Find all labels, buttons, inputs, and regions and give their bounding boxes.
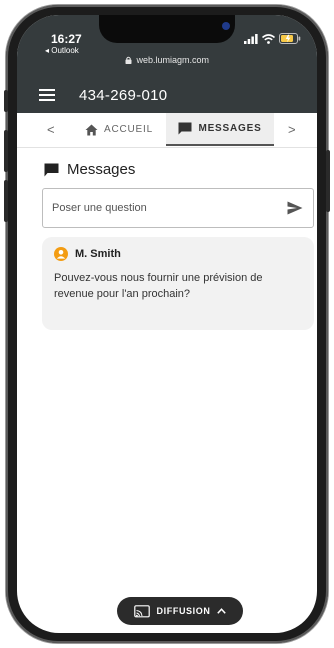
- url-bar[interactable]: web.lumiagm.com: [17, 55, 317, 65]
- message-icon: [44, 163, 59, 176]
- tab-messages[interactable]: MESSAGES: [166, 113, 274, 146]
- diffusion-button[interactable]: DIFFUSION: [117, 597, 243, 625]
- volume-down-button: [4, 180, 8, 222]
- user-avatar-icon: [54, 247, 68, 261]
- phone-screen: 16:27 ◂ Outlook web.lumiagm.com 434-269-…: [17, 15, 317, 633]
- wifi-icon: [262, 33, 275, 44]
- tab-prev-arrow[interactable]: <: [47, 122, 55, 137]
- diffusion-label: DIFFUSION: [156, 606, 211, 616]
- question-box: [42, 188, 314, 228]
- status-time: 16:27: [51, 32, 82, 46]
- meeting-id-title: 434-269-010: [79, 86, 168, 104]
- volume-up-button: [4, 130, 8, 172]
- power-button: [326, 150, 330, 212]
- messages-section-title: Messages: [44, 161, 135, 178]
- author-name: M. Smith: [75, 248, 121, 260]
- tab-next-arrow[interactable]: >: [288, 122, 296, 137]
- phone-notch: [99, 15, 235, 43]
- tab-accueil[interactable]: ACCUEIL: [85, 113, 153, 146]
- signal-icon: [244, 33, 258, 44]
- silent-switch: [4, 90, 8, 112]
- message-author: M. Smith: [54, 247, 121, 261]
- home-icon: [85, 124, 98, 135]
- app-header: 434-269-010: [17, 77, 317, 113]
- question-input[interactable]: [52, 199, 277, 217]
- back-to-app-link[interactable]: ◂ Outlook: [45, 46, 79, 55]
- tab-accueil-label: ACCUEIL: [104, 124, 153, 135]
- battery-icon: [279, 33, 301, 44]
- tab-messages-label: MESSAGES: [198, 123, 262, 134]
- url-text: web.lumiagm.com: [136, 55, 210, 65]
- cast-icon: [133, 604, 150, 617]
- messages-heading: Messages: [67, 161, 136, 178]
- message-text: Pouvez-vous nous fournir une prévision d…: [54, 272, 263, 300]
- message-icon: [178, 122, 192, 135]
- message-card: M. Smith Pouvez-vous nous fournir une pr…: [42, 237, 314, 330]
- camera-icon: [222, 22, 230, 30]
- send-icon[interactable]: [287, 201, 303, 215]
- tab-bar: < ACCUEIL MESSAGES >: [17, 113, 317, 148]
- lock-icon: [125, 56, 132, 64]
- chevron-up-icon: [217, 608, 227, 614]
- menu-icon[interactable]: [39, 89, 55, 101]
- status-icons: [244, 33, 301, 44]
